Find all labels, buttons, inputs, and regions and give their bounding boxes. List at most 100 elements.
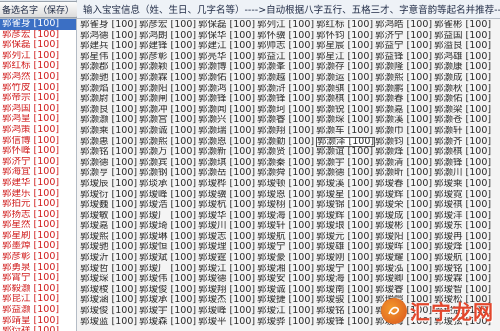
name-cell[interactable]: 郭瑷铭 [100] — [434, 264, 493, 275]
name-cell[interactable]: 郭瑷海 [100] — [257, 211, 316, 222]
name-cell[interactable]: 郭瑷骅 [100] — [257, 317, 316, 328]
name-cell[interactable]: 郭彦宏 [100] — [139, 20, 198, 31]
name-cell[interactable]: 郭益国 [100] — [434, 31, 493, 42]
name-cell[interactable]: 郭灏车 [100] — [316, 126, 375, 137]
name-cell[interactable]: 郭瑷志 [100] — [198, 232, 257, 243]
name-cell[interactable]: 郭灏珂 [100] — [257, 105, 316, 116]
saved-name-item[interactable]: 郭彦宏 [100] — [0, 30, 76, 41]
name-cell[interactable]: 郭瑷江 [100] — [198, 264, 257, 275]
name-cell[interactable]: 郭瑷琦 [100] — [139, 221, 198, 232]
save-button[interactable]: 备选名字（保存） — [0, 0, 79, 18]
name-cell[interactable]: 郭灏宇 [100] — [316, 158, 375, 169]
name-cell[interactable]: 郭灏浒 [100] — [257, 84, 316, 95]
name-cell[interactable]: 郭灏存 [100] — [316, 62, 375, 73]
name-cell[interactable]: 郭星宸 [100] — [316, 41, 375, 52]
name-cell[interactable]: 郭瑷湘 [100] — [257, 264, 316, 275]
name-cell[interactable]: 郭帅志 [100] — [257, 41, 316, 52]
name-cell[interactable]: 郭灏烽 [100] — [375, 147, 434, 158]
name-cell[interactable]: 郭灏运 [100] — [316, 73, 375, 84]
name-cell[interactable]: 郭灏郡 [100] — [80, 62, 139, 73]
name-cell[interactable]: 郭瑷辰 [100] — [80, 179, 139, 190]
saved-name-item[interactable]: 郭列江 [100] — [0, 51, 76, 62]
name-cell[interactable]: 郭瑷铭 [100] — [316, 306, 375, 317]
name-cell[interactable]: 郭灏峯 [100] — [257, 62, 316, 73]
name-cell[interactable]: 郭瑷星 [100] — [316, 190, 375, 201]
name-cell[interactable]: 郭瑷宇 [100] — [139, 306, 198, 317]
saved-name-item[interactable]: 郭彦彰 [100] — [0, 252, 76, 263]
name-cell[interactable]: 郭灏闻 [100] — [198, 105, 257, 116]
name-cell[interactable]: 郭建江 [100] — [198, 41, 257, 52]
name-cell[interactable]: 郭灏鸿 [100] — [198, 84, 257, 95]
saved-name-item[interactable]: 郭勇泉 [100] — [0, 263, 76, 274]
name-cell[interactable]: 郭灏熙 [100] — [375, 73, 434, 84]
name-cell[interactable]: 郭星江 [100] — [316, 52, 375, 63]
name-cell[interactable]: 郭瑷溪 [100] — [316, 179, 375, 190]
name-cell[interactable]: 郭瑷刚 [100] — [316, 253, 375, 264]
name-cell[interactable]: 郭灏锋 [100] — [198, 94, 257, 105]
selected-name-cell[interactable]: 郭灏泽 [100] — [316, 136, 375, 148]
name-cell[interactable]: 郭灏舜 [100] — [257, 168, 316, 179]
saved-name-item[interactable]: 郭衍祥 [100] — [0, 326, 76, 331]
name-cell[interactable]: 郭瑷雄 [100] — [316, 242, 375, 253]
saved-name-item[interactable]: 郭拍元 [100] — [0, 199, 76, 210]
name-cell[interactable]: 郭灏诚 [100] — [139, 126, 198, 137]
name-cell[interactable]: 郭灏轩 [100] — [434, 126, 493, 137]
saved-name-item[interactable]: 郭雀身 [100] — [0, 19, 76, 30]
name-cell[interactable]: 郭瑷沂 [100] — [80, 253, 139, 264]
name-cell[interactable]: 郭瑷恒 [100] — [139, 242, 198, 253]
name-cell[interactable]: 郭瑷伟 [100] — [139, 274, 198, 285]
saved-name-item[interactable]: 郭星然 [100] — [0, 220, 76, 231]
saved-name-item[interactable]: 郭扬志 [100] — [0, 210, 76, 221]
name-cell[interactable]: 郭瑷荣 [100] — [375, 200, 434, 211]
name-cell[interactable]: 郭瑷杉 [100] — [375, 306, 434, 317]
name-cell[interactable]: 郭灏万 [100] — [139, 147, 198, 158]
name-cell[interactable]: 郭灏睿 [100] — [257, 115, 316, 126]
name-cell[interactable]: 郭瑷泓 [100] — [375, 264, 434, 275]
name-cell[interactable]: 郭灏阳 [100] — [139, 84, 198, 95]
name-cell[interactable]: 郭瑷锋 [100] — [316, 317, 375, 328]
name-cell[interactable]: 郭溢良 [100] — [434, 41, 493, 52]
name-cell[interactable]: 郭灏梁 [100] — [434, 105, 493, 116]
name-cell[interactable]: 郭瑷嘉 [100] — [80, 221, 139, 232]
name-cell[interactable]: 郭瑷宸 [100] — [434, 306, 493, 317]
name-cell[interactable]: 郭瑷琅 [100] — [316, 221, 375, 232]
name-cell[interactable]: 郭灏锋 [100] — [257, 94, 316, 105]
name-cell[interactable]: 郭灏秋 [100] — [434, 84, 493, 95]
name-cell[interactable]: 郭瑷俊 [100] — [80, 306, 139, 317]
name-cell[interactable]: 郭灏冲 [100] — [139, 105, 198, 116]
name-cell[interactable]: 郭益锋 [100] — [375, 52, 434, 63]
name-cell[interactable]: 郭瑷辉 [100] — [316, 211, 375, 222]
name-cell[interactable]: 郭瑷霆 [100] — [198, 253, 257, 264]
saved-name-item[interactable]: 郭靖皇 [100] — [0, 316, 76, 327]
name-cell[interactable]: 郭灏谊 [100] — [316, 147, 375, 158]
name-cell[interactable]: 郭瑷川 [100] — [198, 221, 257, 232]
name-cell[interactable]: 郭灏惠 [100] — [80, 137, 139, 148]
name-cell[interactable]: 郭红标 [100] — [316, 20, 375, 31]
name-cell[interactable]: 郭灏成 [100] — [434, 73, 493, 84]
name-cell[interactable]: 郭灏新 [100] — [198, 147, 257, 158]
name-cell[interactable]: 郭瑷琳 [100] — [139, 232, 198, 243]
name-cell[interactable]: 郭瑷弦 [100] — [434, 317, 493, 328]
name-cell[interactable]: 郭灏乘 [100] — [80, 126, 139, 137]
name-cell[interactable]: 郭灏焰 [100] — [80, 84, 139, 95]
saved-name-item[interactable]: 郭济宁 [100] — [0, 157, 76, 168]
name-cell[interactable]: 郭瑷栩 [100] — [257, 200, 316, 211]
name-cell[interactable]: 郭瑷海 [100] — [316, 274, 375, 285]
name-cell[interactable]: 郭灏越 [100] — [257, 73, 316, 84]
name-cell[interactable]: 郭灏锋 [100] — [434, 158, 493, 169]
name-cell[interactable]: 郭瑷安 [100] — [257, 274, 316, 285]
name-cell[interactable]: 郭建兵 [100] — [80, 41, 139, 52]
name-cell[interactable]: 郭瑷翔 [100] — [198, 285, 257, 296]
name-cell[interactable]: 郭瑷驰 [100] — [80, 242, 139, 253]
name-cell[interactable]: 郭瑷斌 [100] — [139, 253, 198, 264]
name-cell[interactable]: 郭鸿德 [100] — [80, 31, 139, 42]
name-cell[interactable]: 郭瑷乘 [100] — [434, 179, 493, 190]
saved-name-item[interactable]: 郭信博 [100] — [0, 136, 76, 147]
name-cell[interactable]: 郭瑷诚 [100] — [257, 285, 316, 296]
name-cell[interactable]: 郭瑷智 [100] — [434, 285, 493, 296]
name-cell[interactable]: 郭灏琛 [100] — [316, 115, 375, 126]
name-cell[interactable]: 郭灏德 [100] — [80, 158, 139, 169]
name-cell[interactable]: 郭瑷琛 [100] — [80, 274, 139, 285]
name-cell[interactable]: 郭灏巾 [100] — [375, 126, 434, 137]
name-cell[interactable]: 郭灏恩 [100] — [198, 137, 257, 148]
